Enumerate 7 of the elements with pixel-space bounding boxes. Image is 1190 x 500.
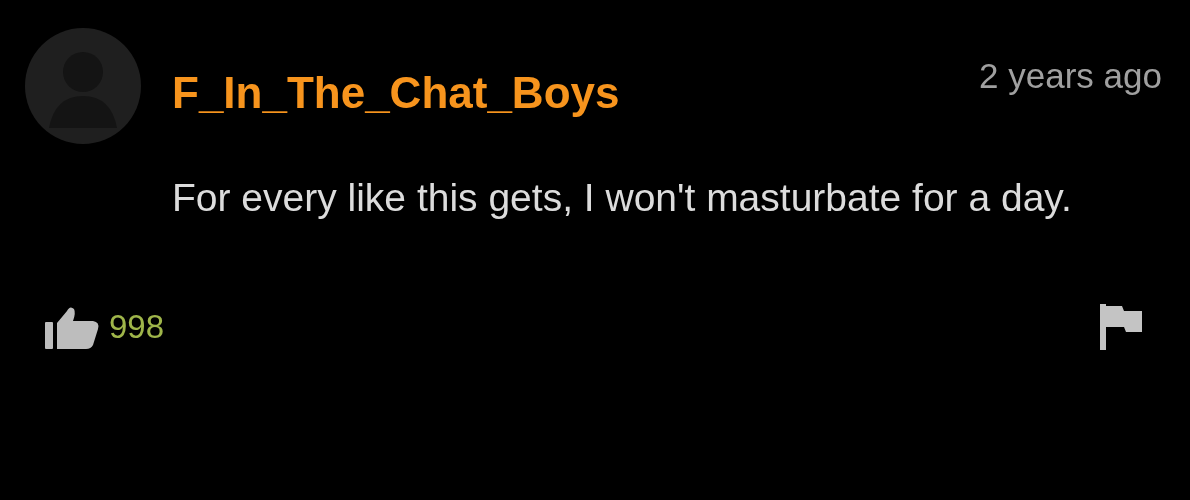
like-count: 998: [109, 308, 165, 346]
comment-text: For every like this gets, I won't masturbate for a day.: [172, 175, 1073, 221]
username[interactable]: F_In_The_Chat_Boys: [172, 68, 620, 118]
avatar-icon: [25, 28, 141, 144]
timestamp: 2 years ago: [979, 56, 1162, 96]
flag-icon[interactable]: [1100, 304, 1142, 350]
thumbs-up-icon[interactable]: [45, 305, 101, 349]
